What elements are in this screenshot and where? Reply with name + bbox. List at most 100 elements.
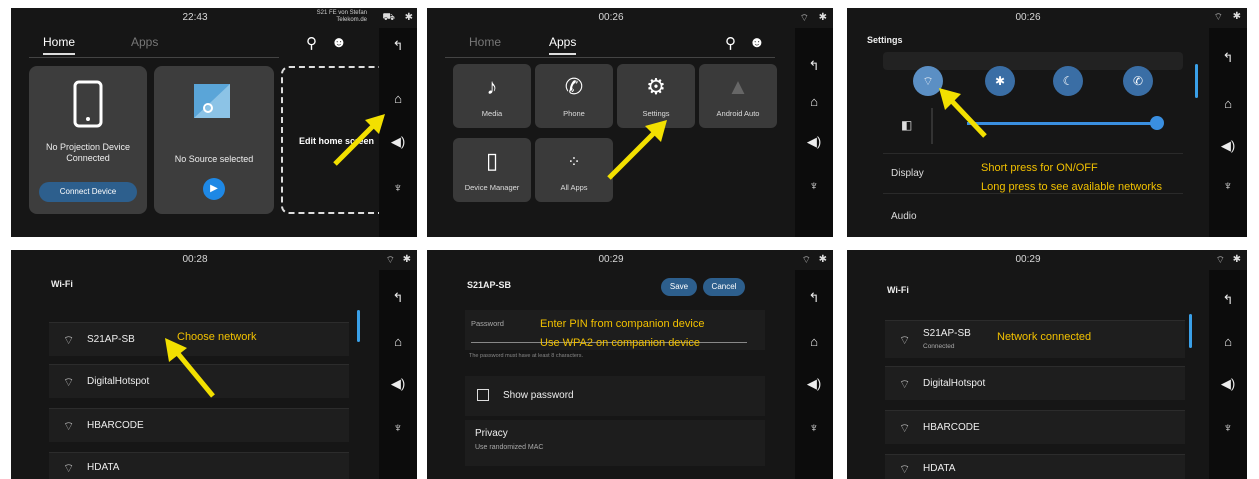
bluetooth-icon: ✱ [402,254,411,265]
mic-icon[interactable]: ♆ [379,180,417,195]
mic-icon[interactable]: ♆ [795,178,833,193]
back-icon[interactable]: ↰ [379,290,417,306]
source-card[interactable]: No Source selected ▶ [154,66,274,214]
search-icon[interactable]: ⚲ [306,34,317,52]
connect-device-button[interactable]: Connect Device [39,182,137,202]
scrollbar[interactable] [1195,64,1198,98]
app-phone[interactable]: ✆ Phone [535,64,613,128]
save-button[interactable]: Save [661,278,697,296]
password-label: Password [471,319,504,328]
mic-icon[interactable]: ♆ [1209,420,1247,435]
tab-apps[interactable]: Apps [131,35,158,53]
wifi-icon: ⌔ [799,13,809,24]
volume-icon[interactable]: ◀) [1209,138,1247,154]
side-nav: ↰ ⌂ ◀) ♆ [1209,270,1247,479]
privacy-sublabel: Use randomized MAC [475,444,544,451]
brightness-icon: ◧ [901,118,913,132]
home-icon[interactable]: ⌂ [1209,334,1247,349]
back-icon[interactable]: ↰ [1209,292,1247,308]
no-source-text: No Source selected [174,154,254,164]
clock: 00:29 [598,254,624,265]
night-mode-icon[interactable]: ☾ [1053,66,1083,96]
volume-icon[interactable]: ◀) [795,376,833,392]
scrollbar[interactable] [1189,314,1192,348]
tab-home[interactable]: Home [469,35,501,53]
app-all-apps[interactable]: ⁘ All Apps [535,138,613,202]
account-icon[interactable]: ☻ [749,34,765,51]
play-icon[interactable]: ▶ [203,178,225,200]
wifi-lock-icon: ⌔ [899,462,911,476]
wifi-icon: ⌔ [801,255,811,266]
phone-device-icon [73,80,103,128]
network-row[interactable]: ⌔ HDATA [885,454,1185,479]
slider-handle[interactable] [1150,116,1164,130]
wifi-lock-icon: ⌔ [899,333,911,347]
mic-icon[interactable]: ♆ [1209,178,1247,193]
back-icon[interactable]: ↰ [1209,50,1247,66]
connected-text: Connected [66,153,110,163]
bluetooth-icon: ✱ [818,254,827,265]
mic-icon[interactable]: ♆ [379,420,417,435]
home-icon[interactable]: ⌂ [795,334,833,349]
app-device-manager[interactable]: ▯ Device Manager [453,138,531,202]
show-password-row[interactable]: Show password [465,376,765,416]
cancel-button[interactable]: Cancel [703,278,745,296]
app-media[interactable]: ♪ Media [453,64,531,128]
music-note-icon: ♪ [486,74,498,99]
mic-icon[interactable]: ♆ [795,420,833,435]
search-icon[interactable]: ⚲ [725,34,736,52]
wifi-lock-icon: ⌔ [899,421,911,435]
tab-divider [29,57,279,58]
volume-icon[interactable]: ◀) [1209,376,1247,392]
annotation-text: Enter PIN from companion device Use WPA2… [540,318,705,349]
bluetooth-icon: ✱ [1232,11,1241,22]
annotation-arrow [165,338,215,398]
status-bar: 00:29 [847,250,1209,270]
home-icon[interactable]: ⌂ [795,94,833,109]
status-bar: 00:26 [847,8,1209,28]
wifi-lock-icon: ⌔ [63,419,75,433]
display-item[interactable]: Display [891,168,924,179]
clock: 00:26 [1015,12,1041,23]
panel-wifi-connected: 00:29 ⌔ ✱ Wi-Fi ⌔ S21AP-SB Connected ⌔ D… [847,250,1247,479]
volume-icon[interactable]: ◀) [379,376,417,392]
audio-item[interactable]: Audio [891,211,917,222]
home-icon[interactable]: ⌂ [379,334,417,349]
network-row[interactable]: ⌔ DigitalHotspot [885,366,1185,400]
brightness-slider[interactable] [967,122,1157,125]
scrollbar[interactable] [357,310,360,342]
tab-apps[interactable]: Apps [549,35,577,55]
page-title: Wi-Fi [51,279,73,289]
music-album-icon [194,84,230,118]
annotation-text: Short press for ON/OFF Long press to see… [981,162,1162,193]
android-auto-icon: ▲ [727,74,749,99]
back-icon[interactable]: ↰ [795,290,833,306]
volume-icon[interactable]: ◀) [795,134,833,150]
page-title: Wi-Fi [887,285,909,295]
privacy-row[interactable]: Privacy Use randomized MAC [465,420,765,466]
account-icon[interactable]: ☻ [331,34,347,51]
network-row[interactable]: ⌔ HBARCODE [49,408,349,442]
wifi-lock-icon: ⌔ [899,377,911,391]
app-android-auto[interactable]: ▲ Android Auto [699,64,777,128]
network-title: S21AP-SB [467,280,512,290]
bluetooth-icon: ✱ [404,12,413,23]
panel-apps-screen: 00:26 ⌔ ✱ Home Apps ⚲ ☻ ♪ Media ✆ Phone … [427,8,833,237]
car-icon: ⛟ [382,12,395,23]
wifi-lock-icon: ⌔ [63,333,75,347]
tab-home[interactable]: Home [43,35,76,55]
network-row[interactable]: ⌔ HBARCODE [885,410,1185,444]
annotation-text: Network connected [997,331,1092,343]
checkbox[interactable] [477,389,489,401]
back-icon[interactable]: ↰ [795,58,833,74]
back-icon[interactable]: ↰ [379,38,417,54]
network-row[interactable]: ⌔ HDATA [49,452,349,479]
phone-toggle-icon[interactable]: ✆ [1123,66,1153,96]
show-password-label: Show password [503,390,574,401]
home-icon[interactable]: ⌂ [1209,96,1247,111]
panel-wifi-list: 00:28 ⌔ ✱ Wi-Fi ⌔ S21AP-SB ⌔ DigitalHots… [11,250,417,479]
side-nav: ↰ ⌂ ◀) ♆ [795,28,833,237]
home-icon[interactable]: ⌂ [379,91,417,106]
wifi-lock-icon: ⌔ [63,461,75,475]
projection-card[interactable]: No Projection Device Connected Connect D… [29,66,147,214]
